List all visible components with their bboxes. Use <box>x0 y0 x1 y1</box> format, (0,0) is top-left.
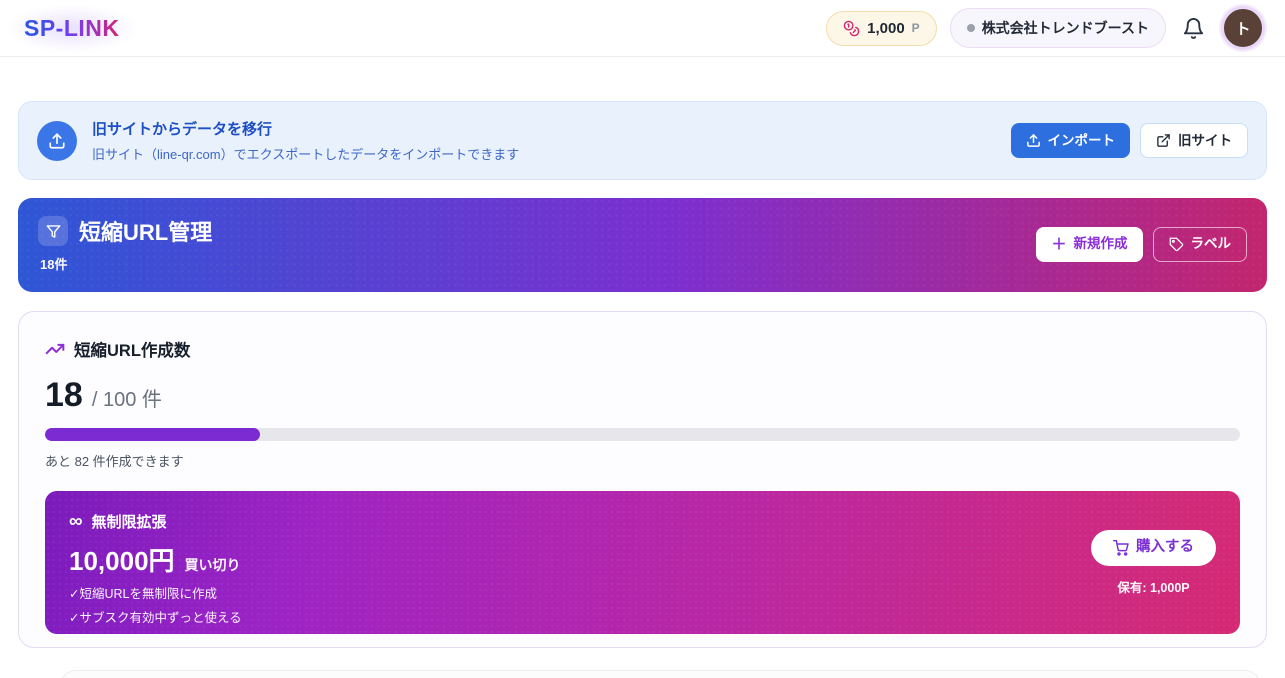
create-new-button[interactable]: ＋ 新規作成 <box>1036 227 1142 262</box>
usage-remaining-note: あと 82 件作成できます <box>45 451 1240 470</box>
old-site-button[interactable]: 旧サイト <box>1140 123 1248 158</box>
url-manager-heading: 短縮URL管理 18件 <box>38 215 212 273</box>
upload-circle <box>37 121 77 161</box>
unlimited-actions: 購入する 保有: 1,000P <box>1091 530 1216 596</box>
notification-bell-icon[interactable] <box>1182 17 1205 40</box>
status-dot-icon <box>967 24 975 32</box>
usage-title: 短縮URL作成数 <box>74 337 190 361</box>
migration-text: 旧サイトからデータを移行 旧サイト（line-qr.com）でエクスポートしたデ… <box>92 118 519 163</box>
usage-total-count: / 100 件 <box>92 383 162 412</box>
url-manager-banner: 短縮URL管理 18件 ＋ 新規作成 ラベル <box>18 198 1267 292</box>
points-value: 1,000 <box>867 20 905 37</box>
cart-icon <box>1113 540 1129 556</box>
url-count-badge: 18件 <box>40 254 212 273</box>
purchase-button[interactable]: 購入する <box>1091 530 1216 566</box>
header-right: 1,000 P 株式会社トレンドブースト ト <box>826 6 1265 50</box>
external-link-icon <box>1156 133 1171 148</box>
company-name: 株式会社トレンドブースト <box>982 18 1149 38</box>
company-badge[interactable]: 株式会社トレンドブースト <box>950 8 1166 48</box>
filter-funnel-icon <box>46 224 61 239</box>
page-title: 短縮URL管理 <box>79 215 212 247</box>
labels-button[interactable]: ラベル <box>1153 227 1248 262</box>
labels-button-label: ラベル <box>1191 237 1232 251</box>
points-badge[interactable]: 1,000 P <box>826 11 937 46</box>
unlimited-price-note: 買い切り <box>185 555 241 575</box>
plus-icon: ＋ <box>1051 237 1066 252</box>
migration-subtitle: 旧サイト（line-qr.com）でエクスポートしたデータをインポートできます <box>92 144 519 163</box>
unlimited-feature: ✓短縮URLを無制限に作成 <box>69 583 242 602</box>
usage-card: 短縮URL作成数 18 / 100 件 あと 82 件作成できます ∞ 無制限拡… <box>18 311 1267 648</box>
progress-fill <box>45 428 260 441</box>
filter-icon-box <box>38 216 68 246</box>
logo-glow: SP-LINK <box>8 5 136 52</box>
points-unit: P <box>912 21 920 35</box>
app-logo[interactable]: SP-LINK <box>24 15 120 41</box>
usage-counter: 18 / 100 件 <box>45 376 1240 415</box>
avatar[interactable]: ト <box>1221 6 1265 50</box>
next-section-partial <box>60 670 1261 678</box>
import-button[interactable]: インポート <box>1011 123 1131 158</box>
coins-icon <box>843 20 860 37</box>
owned-points: 保有: 1,000P <box>1117 577 1189 596</box>
import-button-label: インポート <box>1048 134 1116 148</box>
unlimited-price: 10,000円 <box>69 541 175 578</box>
unlimited-feature: ✓サブスク有効中ずっと使える <box>69 607 242 626</box>
migration-buttons: インポート 旧サイト <box>1011 123 1249 158</box>
main-content: 旧サイトからデータを移行 旧サイト（line-qr.com）でエクスポートしたデ… <box>0 57 1285 648</box>
trending-up-icon <box>45 339 65 359</box>
usage-progress-track <box>45 428 1240 441</box>
upload-icon <box>48 132 66 150</box>
create-new-button-label: 新規作成 <box>1074 237 1128 251</box>
app-header: SP-LINK 1,000 P 株式会社トレンドブースト ト <box>0 0 1285 57</box>
migration-banner: 旧サイトからデータを移行 旧サイト（line-qr.com）でエクスポートしたデ… <box>18 101 1267 180</box>
upload-small-icon <box>1026 133 1041 148</box>
tag-icon <box>1169 237 1184 252</box>
unlimited-upsell-card: ∞ 無制限拡張 10,000円 買い切り ✓短縮URLを無制限に作成 ✓サブスク… <box>45 491 1240 634</box>
purchase-button-label: 購入する <box>1136 540 1194 555</box>
avatar-initial: ト <box>1235 18 1250 39</box>
unlimited-title: 無制限拡張 <box>92 511 167 532</box>
url-manager-buttons: ＋ 新規作成 ラベル <box>1036 227 1247 262</box>
usage-current-count: 18 <box>45 376 83 415</box>
unlimited-info: ∞ 無制限拡張 10,000円 買い切り ✓短縮URLを無制限に作成 ✓サブスク… <box>69 511 242 614</box>
migration-title: 旧サイトからデータを移行 <box>92 118 519 139</box>
old-site-button-label: 旧サイト <box>1178 134 1232 148</box>
infinity-icon: ∞ <box>69 512 83 531</box>
